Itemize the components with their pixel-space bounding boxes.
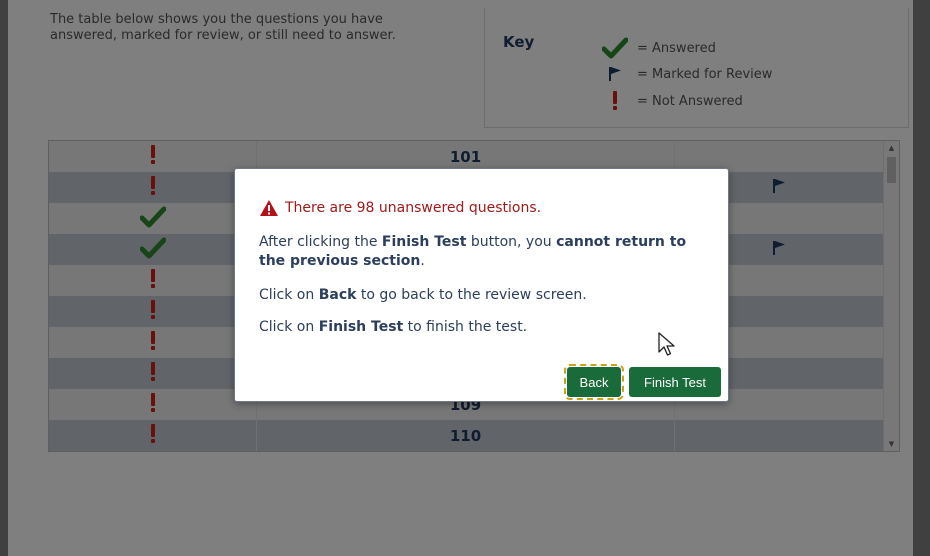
dialog-paragraph-3: Click on Finish Test to finish the test.: [259, 319, 528, 335]
back-button[interactable]: Back: [564, 364, 624, 400]
warning-triangle-icon: [260, 200, 278, 216]
dialog-paragraph-1: After clicking the Finish Test button, y…: [259, 234, 687, 269]
dialog-paragraph-2: Click on Back to go back to the review s…: [259, 287, 587, 303]
unanswered-warning-dialog: There are 98 unanswered questions. After…: [234, 168, 729, 402]
mouse-cursor-icon: [658, 332, 676, 362]
warning-text: There are 98 unanswered questions.: [285, 200, 542, 216]
finish-test-button[interactable]: Finish Test: [629, 367, 721, 397]
warning-message: There are 98 unanswered questions.: [259, 199, 541, 217]
